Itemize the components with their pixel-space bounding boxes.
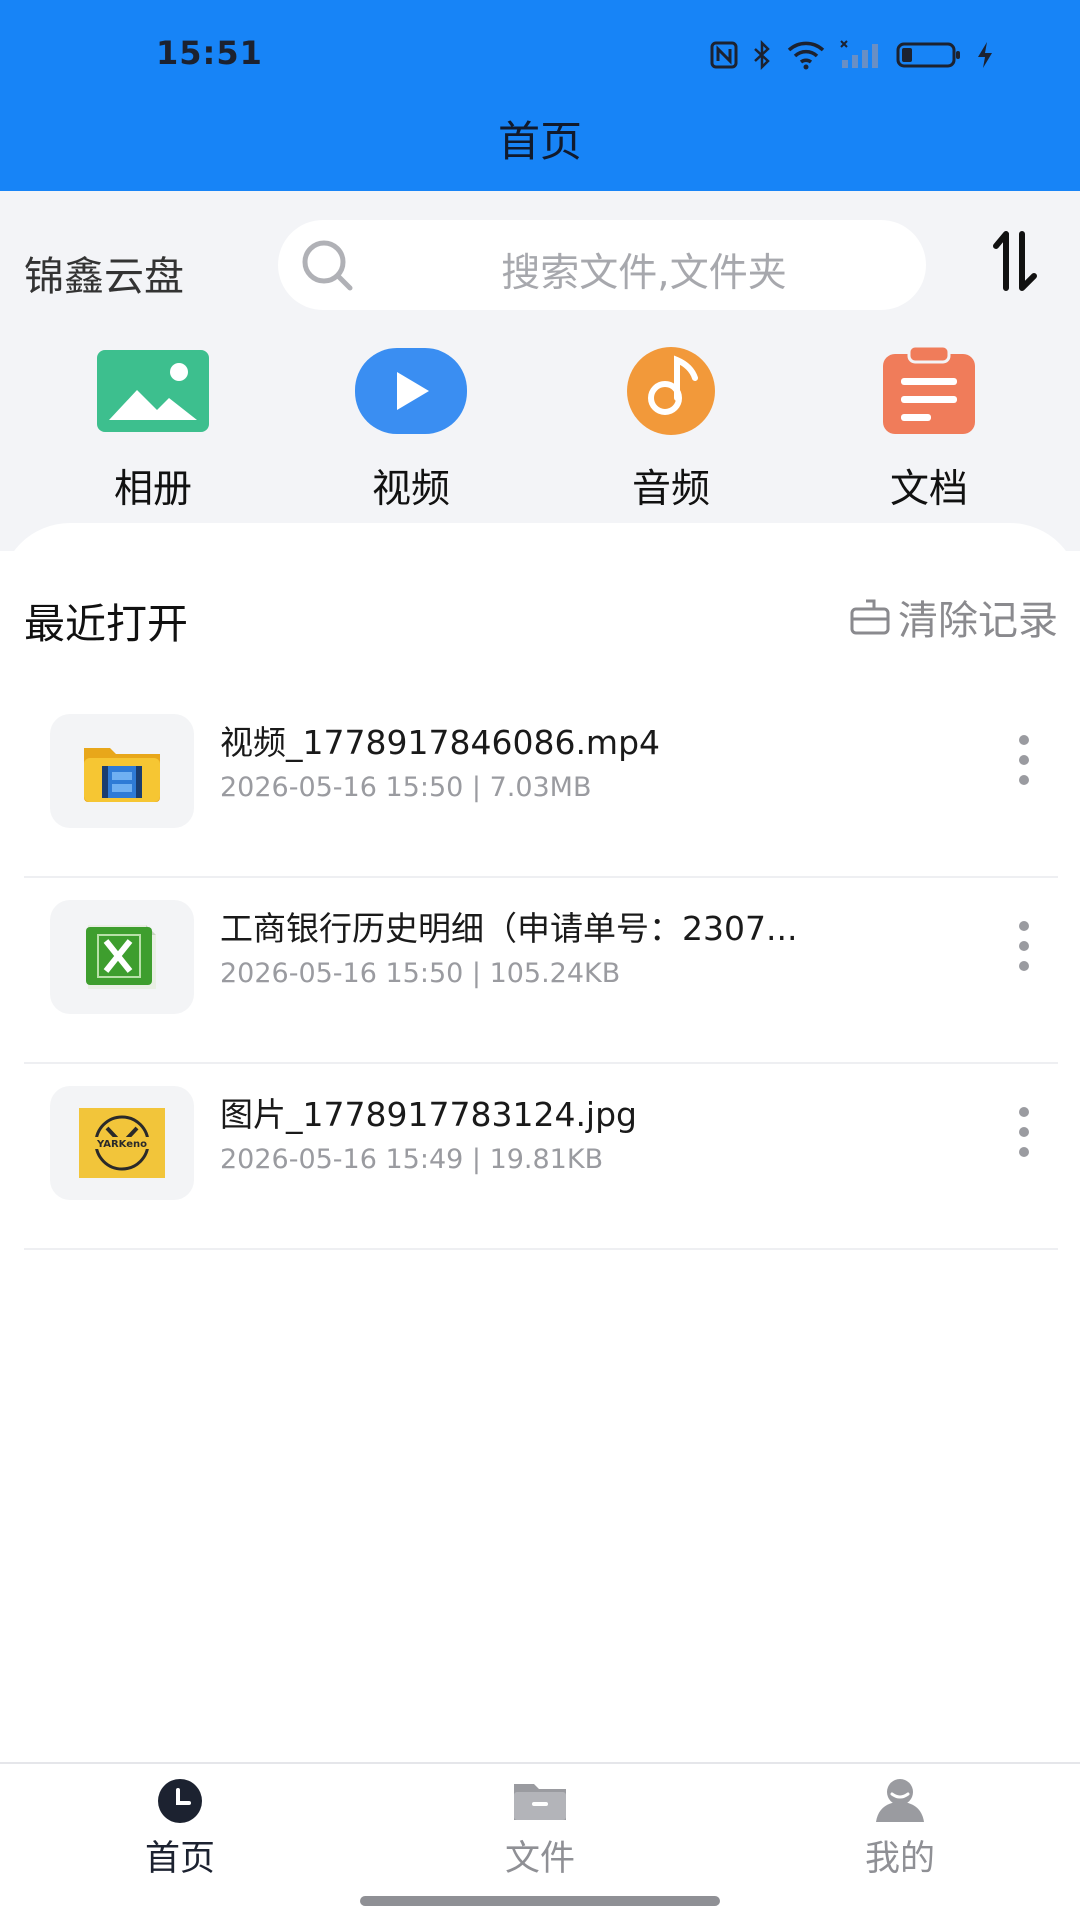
- file-thumbnail: YARKeno: [50, 1086, 194, 1200]
- status-icons: [710, 38, 994, 72]
- excel-file-icon: [86, 925, 156, 989]
- more-icon[interactable]: [1014, 1102, 1034, 1162]
- file-row[interactable]: 工商银行历史明细（申请单号：2307... 2026-05-16 15:50 |…: [24, 878, 1058, 1064]
- wifi-icon: [787, 41, 825, 70]
- category-album[interactable]: 相册: [78, 346, 228, 514]
- broom-icon: [850, 599, 890, 635]
- nav-item-home[interactable]: 首页: [80, 1778, 280, 1881]
- category-label: 相册: [113, 467, 192, 512]
- category-label: 视频: [371, 467, 450, 512]
- photo-album-icon: [97, 350, 209, 432]
- folder-icon: [514, 1784, 566, 1820]
- video-play-icon: [355, 348, 467, 434]
- clear-history-button[interactable]: 清除记录: [848, 588, 1058, 646]
- file-thumbnail: [50, 714, 194, 828]
- app-brand: 锦鑫云盘: [24, 254, 184, 300]
- search-icon: [302, 240, 353, 291]
- nav-label: 文件: [504, 1839, 575, 1879]
- music-disc-icon: [627, 347, 715, 435]
- battery-icon: [896, 42, 960, 68]
- nav-label: 我的: [864, 1839, 935, 1879]
- clipboard-document-icon: [883, 346, 975, 434]
- nav-item-mine[interactable]: 我的: [800, 1778, 1000, 1881]
- file-row[interactable]: YARKeno 图片_1778917783124.jpg 2026-05-16 …: [24, 1064, 1058, 1250]
- home-indicator: [360, 1896, 720, 1906]
- file-name: 工商银行历史明细（申请单号：2307...: [220, 909, 798, 948]
- file-meta: 2026-05-16 15:50 | 105.24KB: [220, 958, 621, 989]
- file-thumbnail: [50, 900, 194, 1014]
- page-title: 首页: [497, 117, 582, 166]
- clear-history-label: 清除记录: [898, 598, 1058, 644]
- charging-icon: [978, 42, 992, 68]
- status-time: 15:51: [156, 34, 263, 72]
- search-placeholder: 搜索文件,文件夹: [501, 251, 787, 296]
- video-folder-icon: [84, 748, 160, 802]
- file-name: 视频_1778917846086.mp4: [220, 723, 661, 762]
- clock-icon: [158, 1779, 202, 1823]
- more-icon[interactable]: [1014, 916, 1034, 976]
- sort-icon[interactable]: [984, 228, 1050, 294]
- file-meta: 2026-05-16 15:49 | 19.81KB: [220, 1144, 604, 1175]
- search-input[interactable]: 搜索文件,文件夹: [278, 220, 926, 310]
- app-header: 15:51 首页: [0, 0, 1080, 191]
- file-name: 图片_1778917783124.jpg: [220, 1095, 637, 1134]
- file-meta: 2026-05-16 15:50 | 7.03MB: [220, 772, 592, 803]
- svg-text:YARKeno: YARKeno: [96, 1139, 147, 1150]
- nfc-icon: [710, 41, 738, 69]
- file-row[interactable]: 视频_1778917846086.mp4 2026-05-16 15:50 | …: [24, 692, 1058, 878]
- nav-item-files[interactable]: 文件: [440, 1778, 640, 1881]
- profile-icon: [876, 1779, 924, 1822]
- category-label: 音频: [631, 467, 710, 512]
- more-icon[interactable]: [1014, 730, 1034, 790]
- signal-icon: [840, 40, 878, 68]
- category-video[interactable]: 视频: [336, 346, 486, 514]
- nav-label: 首页: [144, 1839, 215, 1879]
- bluetooth-icon: [754, 40, 770, 70]
- image-thumbnail-icon: YARKeno: [79, 1108, 165, 1178]
- category-audio[interactable]: 音频: [596, 346, 746, 514]
- category-label: 文档: [889, 467, 968, 512]
- recent-title: 最近打开: [24, 600, 188, 648]
- category-document[interactable]: 文档: [854, 346, 1004, 514]
